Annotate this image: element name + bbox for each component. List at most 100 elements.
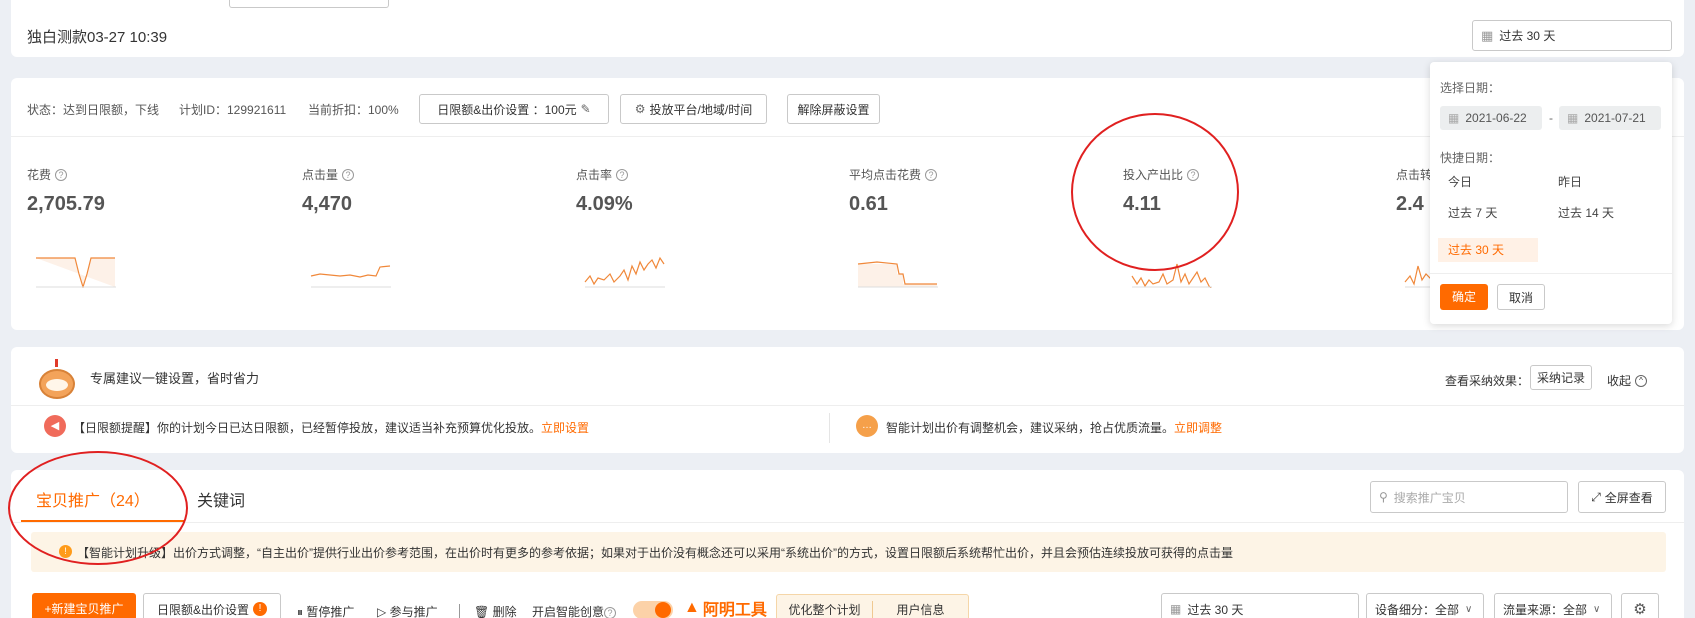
smart-creative-toggle[interactable] — [633, 601, 673, 618]
pause-label: 暂停推广 — [306, 605, 355, 618]
list-date-label: 过去 30 天 — [1187, 602, 1244, 617]
cancel-label: 取消 — [1508, 290, 1533, 305]
date-range-select[interactable]: ▦ 过去 30 天 — [1472, 20, 1672, 51]
alert-badge-icon: ! — [253, 602, 267, 616]
chat-bubble-icon: … — [856, 415, 878, 437]
top-dropdown-stub[interactable] — [229, 0, 389, 8]
quick-option-yesterday[interactable]: 昨日 — [1548, 170, 1648, 194]
fullscreen-button[interactable]: ⤢ 全屏查看 — [1578, 481, 1666, 513]
calendar-icon: ▦ — [1481, 27, 1494, 43]
fullscreen-label: 全屏查看 — [1604, 490, 1653, 505]
list-date-select[interactable]: ▦ 过去 30 天 — [1161, 593, 1359, 618]
set-now-link[interactable]: 立即设置 — [541, 421, 589, 435]
budget-setting-button[interactable]: 日限额&出价设置 ! — [143, 593, 281, 618]
pause-icon: ⏸ — [297, 605, 307, 618]
optimize-plan-tab[interactable]: 优化整个计划 — [777, 600, 873, 618]
vertical-divider — [829, 413, 830, 443]
traffic-label: 流量来源：全部 — [1503, 602, 1588, 617]
logo-text: 阿明工具 — [702, 602, 767, 618]
new-item-button[interactable]: +新建宝贝推广 — [32, 593, 136, 618]
budget-bid-button[interactable]: 日限额&出价设置 ：100元 ✎ — [419, 94, 609, 124]
help-icon[interactable]: ? — [925, 168, 938, 181]
notice-bar: ! 【智能计划升级】出价方式调整，“自主出价”提供行业出价参考范围，在出价时有更… — [31, 532, 1666, 572]
metric-label: 点击量 — [302, 168, 339, 182]
settings-button[interactable]: ⚙ — [1621, 593, 1659, 618]
metric-cost-value: 2,705.79 — [27, 193, 105, 215]
join-label: 参与推广 — [389, 605, 438, 618]
metric-cpc-sparkline — [857, 261, 938, 288]
calendar-icon: ▦ — [1170, 602, 1182, 616]
cancel-button[interactable]: 取消 — [1497, 284, 1545, 310]
chevron-down-icon: ∨ — [1465, 603, 1473, 615]
search-placeholder: 搜索推广宝贝 — [1393, 490, 1466, 505]
calendar-icon: ▦ — [1567, 111, 1579, 125]
delete-button[interactable]: 🗑 删除 — [474, 603, 517, 618]
header-panel: 独白测款03-27 10:39 — [11, 0, 1684, 57]
collapse-label: 收起 — [1607, 374, 1632, 388]
vertical-divider — [459, 604, 460, 618]
tab-keywords[interactable]: 关键词 — [197, 487, 245, 511]
date-range-label: 过去 30 天 — [1499, 29, 1556, 43]
platform-label: 投放平台/地域/时间 — [649, 102, 753, 117]
quick-option-today[interactable]: 今日 — [1438, 170, 1538, 194]
quick-option-30days[interactable]: 过去 30 天 — [1438, 238, 1538, 262]
end-date-input[interactable]: ▦ 2021-07-21 — [1559, 106, 1661, 130]
plan-id: 计划ID：129921611 — [179, 103, 287, 117]
chevron-up-icon: ^ — [1635, 374, 1648, 387]
metric-label: 花费 — [27, 168, 52, 182]
suggestion-panel: 专属建议一键设置，省时省力 查看采纳效果： 采纳记录 收起 ^ ◀ 【日限额提醒】… — [11, 347, 1684, 453]
toggle-knob — [655, 602, 671, 618]
metric-cost-label: 花费? — [27, 166, 68, 183]
adjust-now-link[interactable]: 立即调整 — [1174, 421, 1222, 435]
metric-cost-sparkline — [36, 257, 116, 288]
budget-bid-label: 日限额&出价设置 ：100元 — [437, 102, 577, 117]
divider — [11, 522, 1684, 523]
alert-budget-text: 【日限额提醒】你的计划今日已达日限额，已经暂停投放，建议适当补充预算优化投放。 — [73, 421, 542, 435]
date-separator: - — [1549, 111, 1553, 125]
mascot-icon — [36, 359, 78, 399]
select-date-label: 选择日期： — [1440, 81, 1501, 95]
list-panel: 宝贝推广（24） 关键词 ⚲ 搜索推广宝贝 ⤢ 全屏查看 ! 【智能计划升级】出… — [11, 470, 1684, 618]
platform-region-time-button[interactable]: ⚙ 投放平台/地域/时间 — [620, 94, 767, 124]
delete-label: 删除 — [492, 605, 517, 618]
join-button[interactable]: ▷ 参与推广 — [377, 603, 438, 618]
unblock-button[interactable]: 解除屏蔽设置 — [787, 94, 880, 124]
help-icon[interactable]: ? — [616, 168, 629, 181]
quick-date-label: 快捷日期： — [1440, 151, 1501, 165]
collapse-button[interactable]: 收起 ^ — [1607, 372, 1648, 389]
plugin-tabs: 优化整个计划 用户信息 — [776, 594, 969, 618]
suggestion-title: 专属建议一键设置，省时省力 — [90, 371, 260, 386]
edit-icon: ✎ — [580, 102, 591, 116]
start-date-input[interactable]: ▦ 2021-06-22 — [1440, 106, 1542, 130]
metric-label: 点击率 — [576, 168, 613, 182]
gear-icon: ⚙ — [634, 102, 646, 116]
device-select[interactable]: 设备细分：全部 ∨ — [1366, 593, 1484, 618]
help-icon[interactable]: ? — [604, 607, 617, 618]
calendar-icon: ▦ — [1448, 111, 1460, 125]
traffic-source-select[interactable]: 流量来源：全部 ∨ — [1494, 593, 1612, 618]
annotation-circle-tab — [8, 451, 188, 565]
campaign-title: 独白测款03-27 10:39 — [27, 29, 168, 46]
expand-icon: ⤢ — [1591, 489, 1601, 504]
divider — [1430, 273, 1672, 274]
search-item-input[interactable]: ⚲ 搜索推广宝贝 — [1370, 481, 1568, 513]
start-date-value: 2021-06-22 — [1465, 111, 1527, 125]
annotation-circle-roi — [1071, 113, 1239, 271]
adopt-record-button[interactable]: 采纳记录 — [1530, 365, 1592, 390]
budget-setting-label: 日限额&出价设置 — [156, 602, 249, 617]
quick-option-7days[interactable]: 过去 7 天 — [1438, 201, 1538, 225]
status-text: 状态：达到日限额，下线 — [27, 103, 160, 117]
help-icon[interactable]: ? — [342, 168, 355, 181]
metric-clicks-label: 点击量? — [302, 166, 355, 183]
quick-option-14days[interactable]: 过去 14 天 — [1548, 201, 1648, 225]
user-info-tab[interactable]: 用户信息 — [873, 601, 968, 618]
pause-button[interactable]: ⏸ 暂停推广 — [297, 603, 354, 618]
metric-label: 点击转 — [1396, 168, 1433, 182]
smart-creative-text: 开启智能创意 — [532, 605, 605, 618]
logo-mark-icon: ▲ — [684, 599, 700, 616]
metric-ctr-value: 4.09% — [576, 193, 633, 215]
metric-cpc-label: 平均点击花费? — [849, 166, 938, 183]
help-icon[interactable]: ? — [55, 168, 68, 181]
confirm-button[interactable]: 确定 — [1440, 284, 1488, 310]
metric-clicks-sparkline — [310, 265, 391, 288]
